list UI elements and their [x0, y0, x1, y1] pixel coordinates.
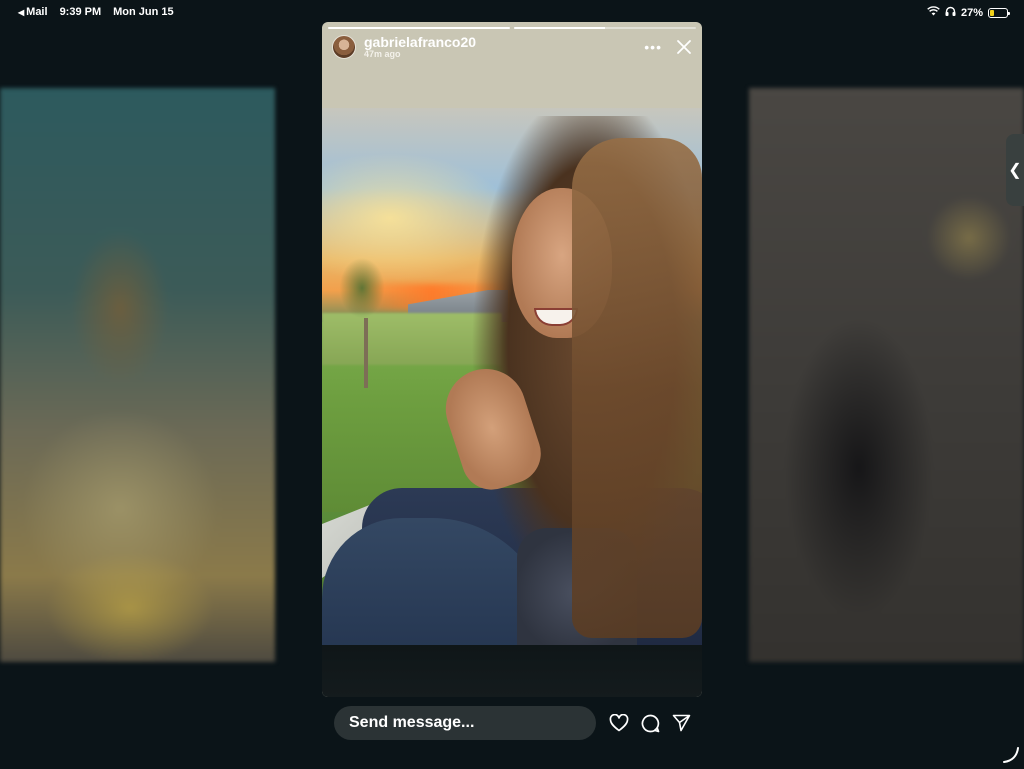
- reply-bar: [334, 706, 694, 740]
- comment-icon[interactable]: [641, 714, 660, 733]
- back-arrow-icon: ◀: [18, 8, 24, 17]
- chevron-left-icon: ❮: [1008, 160, 1021, 180]
- next-story-preview[interactable]: [749, 88, 1024, 662]
- story-timestamp: 47m ago: [364, 50, 476, 59]
- back-to-mail-link[interactable]: ◀Mail: [18, 6, 48, 18]
- status-right: 27%: [927, 6, 1008, 19]
- story-progress-segment: [514, 27, 696, 29]
- side-panel-handle[interactable]: ❮: [1006, 134, 1024, 206]
- hair-front-shape: [572, 138, 702, 638]
- resize-corner-icon[interactable]: [1002, 746, 1020, 764]
- status-date: Mon Jun 15: [113, 6, 174, 18]
- battery-percent: 27%: [961, 7, 983, 19]
- header-actions: •••: [644, 39, 692, 55]
- send-icon[interactable]: [672, 714, 691, 732]
- battery-level: [990, 10, 994, 16]
- previous-story-preview[interactable]: [0, 88, 275, 662]
- user-info: gabrielafranco20 47m ago: [364, 35, 476, 59]
- heart-icon[interactable]: [609, 714, 629, 732]
- battery-icon: [988, 8, 1008, 18]
- story-bottom-bar: [322, 645, 702, 697]
- reply-actions: [609, 714, 691, 733]
- tree-shape: [332, 248, 392, 378]
- story-progress-segment: [328, 27, 510, 29]
- story-header: gabrielafranco20 47m ago •••: [332, 32, 692, 62]
- story-progress-fill: [328, 27, 510, 29]
- back-app-label: Mail: [26, 6, 47, 18]
- wifi-icon: [927, 6, 940, 19]
- story-card[interactable]: gabrielafranco20 47m ago •••: [322, 22, 702, 697]
- more-icon[interactable]: •••: [644, 39, 662, 55]
- story-photo: [322, 108, 702, 645]
- tree-trunk-shape: [364, 318, 368, 388]
- username[interactable]: gabrielafranco20: [364, 35, 476, 50]
- status-bar: ◀Mail 9:39 PM Mon Jun 15 27%: [0, 0, 1024, 24]
- headphones-icon: [945, 6, 956, 19]
- send-message-input[interactable]: [334, 706, 596, 740]
- status-time: 9:39 PM: [60, 6, 102, 18]
- close-icon[interactable]: [676, 39, 692, 55]
- status-left: ◀Mail 9:39 PM Mon Jun 15: [18, 6, 174, 18]
- avatar[interactable]: [332, 35, 356, 59]
- story-progress-fill: [514, 27, 605, 29]
- story-progress: [328, 27, 696, 29]
